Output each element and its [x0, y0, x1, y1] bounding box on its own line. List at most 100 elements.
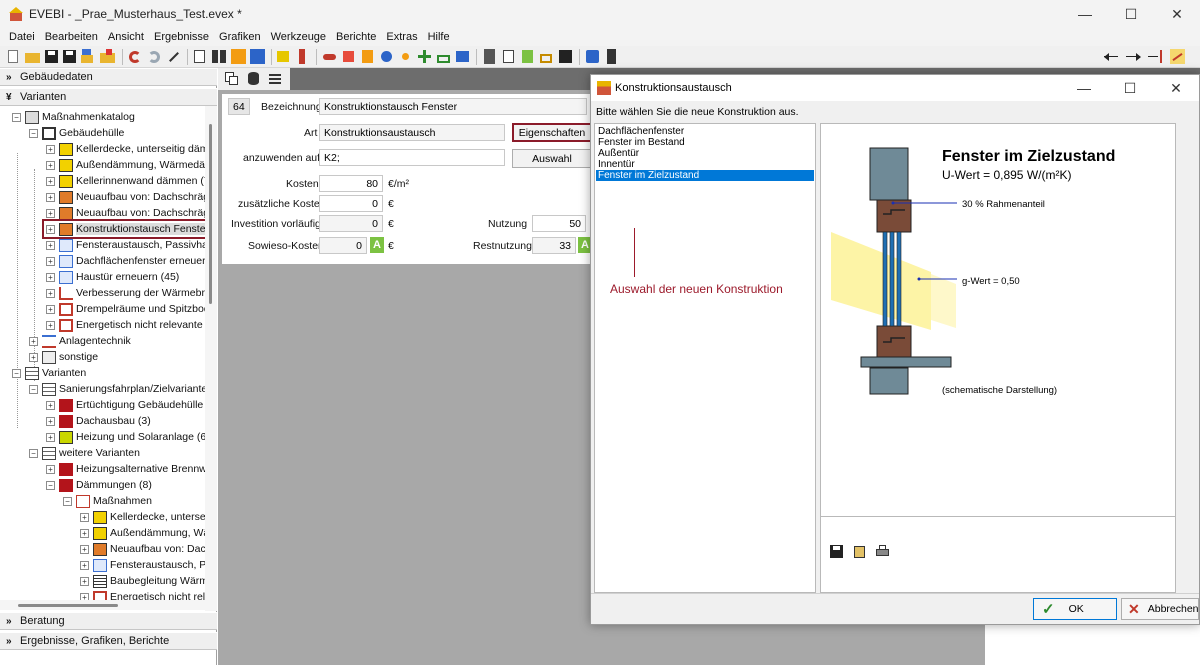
- dialog-minimize-button[interactable]: —: [1061, 75, 1107, 101]
- tree-node-m-fensteraustausch[interactable]: + Fensteraustausch, P: [80, 557, 205, 573]
- acc-gebaeudedaten[interactable]: » Gebäudedaten: [0, 68, 217, 86]
- zus-kosten-field[interactable]: 0: [319, 195, 383, 212]
- map-icon[interactable]: [455, 49, 470, 64]
- tree-node-energetisch-nicht-relevant[interactable]: + Energetisch nicht relevante E: [46, 317, 205, 333]
- energy-pass-icon[interactable]: [520, 49, 535, 64]
- save-icon[interactable]: [829, 544, 844, 559]
- book-icon[interactable]: [558, 49, 573, 64]
- document-icon[interactable]: [192, 49, 207, 64]
- bezeichnung-field[interactable]: Konstruktionstausch Fenster: [319, 98, 587, 115]
- tree-node-varianten[interactable]: − Varianten: [12, 365, 86, 381]
- save-as-icon[interactable]: [62, 49, 77, 64]
- report-icon[interactable]: [501, 49, 516, 64]
- tree-vertical-scrollbar[interactable]: [205, 106, 217, 611]
- folder-upload-icon[interactable]: [100, 49, 115, 64]
- dialog-close-button[interactable]: ✕: [1153, 75, 1199, 101]
- tree-node-neuaufbau-1[interactable]: + Neuaufbau von: Dachschräg: [46, 189, 205, 205]
- menu-datei[interactable]: Datei: [4, 31, 40, 43]
- tree-node-kellerinnenwand[interactable]: + Kellerinnenwand dämmen (7): [46, 173, 205, 189]
- fan-icon[interactable]: [379, 49, 394, 64]
- chart-tool-icon[interactable]: [276, 49, 291, 64]
- tree-node-anlagentechnik[interactable]: + Anlagentechnik: [29, 333, 131, 349]
- calculator-icon[interactable]: [482, 49, 497, 64]
- menu-hilfe[interactable]: Hilfe: [423, 31, 455, 43]
- art-field[interactable]: Konstruktionsaustausch: [319, 124, 505, 141]
- close-button[interactable]: ✕: [1154, 0, 1200, 28]
- paste-icon[interactable]: [852, 544, 867, 559]
- back-arrow-icon[interactable]: [1104, 49, 1119, 64]
- list-item-fenster-bestand[interactable]: Fenster im Bestand: [596, 137, 814, 148]
- tree-node-fensteraustausch[interactable]: + Fensteraustausch, Passivhau: [46, 237, 205, 253]
- redo-icon[interactable]: [147, 49, 162, 64]
- list-item-aussentuer[interactable]: Außentür: [596, 148, 814, 159]
- tree-horizontal-scrollbar[interactable]: [0, 600, 205, 610]
- list-item-fenster-zielzustand[interactable]: Fenster im Zielzustand: [596, 170, 814, 181]
- eigenschaften-button[interactable]: Eigenschaften: [512, 123, 592, 142]
- maximize-button[interactable]: ☐: [1108, 0, 1154, 28]
- heat-source-icon[interactable]: [341, 49, 356, 64]
- nutzung-field[interactable]: 50: [532, 215, 586, 232]
- tree-node-aussendaemmung[interactable]: + Außendämmung, Wärmedäm: [46, 157, 205, 173]
- cancel-button[interactable]: ✕ Abbrechen: [1121, 598, 1199, 620]
- open-folder-icon[interactable]: [25, 49, 40, 64]
- ok-button[interactable]: ✓ OK: [1033, 598, 1117, 620]
- acc-ergebnisse[interactable]: » Ergebnisse, Grafiken, Berichte: [0, 632, 217, 650]
- plus-tool-icon[interactable]: [417, 49, 432, 64]
- compare-icon[interactable]: [212, 49, 227, 64]
- tree-node-daemmungen[interactable]: − Dämmungen (8): [46, 477, 152, 493]
- auswahl-button[interactable]: Auswahl: [512, 149, 592, 168]
- ruler-icon[interactable]: [295, 49, 310, 64]
- sun-icon[interactable]: [398, 49, 413, 64]
- menu-grafiken[interactable]: Grafiken: [214, 31, 266, 43]
- tree-node-gebaeudehuelle[interactable]: − Gebäudehülle: [29, 125, 124, 141]
- menu-werkzeuge[interactable]: Werkzeuge: [266, 31, 331, 43]
- tree-node-dachflaechenfenster[interactable]: + Dachflächenfenster erneuern: [46, 253, 205, 269]
- tree-node-sonstige[interactable]: + sonstige: [29, 349, 98, 365]
- print-icon[interactable]: [875, 544, 890, 559]
- tree-node-m-neuaufbau[interactable]: + Neuaufbau von: Dac: [80, 541, 205, 557]
- minimize-button[interactable]: —: [1062, 0, 1108, 28]
- tree-node-drempelraeume[interactable]: + Drempelräume und Spitzbode: [46, 301, 205, 317]
- tree-node-m-kellerdecke[interactable]: + Kellerdecke, untersei: [80, 509, 205, 525]
- tree-node-waermebruecken[interactable]: + Verbesserung der Wärmebrü: [46, 285, 205, 301]
- copy-icon[interactable]: [224, 71, 239, 86]
- menu-berichte[interactable]: Berichte: [331, 31, 381, 43]
- tree-node-m-aussendaemmung[interactable]: + Außendämmung, Wä: [80, 525, 205, 541]
- acc-varianten[interactable]: ¥ Varianten: [0, 88, 217, 106]
- kosten-field[interactable]: 80: [319, 175, 383, 192]
- tree-node-weitere-varianten[interactable]: − weitere Varianten: [29, 445, 140, 461]
- forward-arrow-icon[interactable]: [1126, 49, 1141, 64]
- tree-node-heizungsalternative[interactable]: + Heizungsalternative Brennwe: [46, 461, 205, 477]
- house-outline-icon[interactable]: [539, 49, 554, 64]
- house-wizard-icon[interactable]: [80, 49, 95, 64]
- tree-node-kellerdecke[interactable]: + Kellerdecke, unterseitig dämm: [46, 141, 205, 157]
- new-file-icon[interactable]: [6, 49, 21, 64]
- list-item-dachflaechenfenster[interactable]: Dachflächenfenster: [596, 126, 814, 137]
- sum-blue-icon[interactable]: [250, 49, 265, 64]
- menu-ansicht[interactable]: Ansicht: [103, 31, 149, 43]
- help-icon[interactable]: [585, 49, 600, 64]
- tree-node-sanierungsfahrplan[interactable]: − Sanierungsfahrplan/Zielvariante: [29, 381, 205, 397]
- tree-node-massnahmenkatalog[interactable]: − Maßnahmenkatalog: [12, 109, 135, 125]
- house-green-icon[interactable]: [436, 49, 451, 64]
- menu-bearbeiten[interactable]: Bearbeiten: [40, 31, 103, 43]
- sum-orange-icon[interactable]: [231, 49, 246, 64]
- menu-ergebnisse[interactable]: Ergebnisse: [149, 31, 214, 43]
- undo-icon[interactable]: [128, 49, 143, 64]
- graph-icon[interactable]: [1170, 49, 1185, 64]
- list-sort-icon[interactable]: [268, 71, 283, 86]
- tree-node-m-baubegleitung[interactable]: + Baubegleitung Wärm: [80, 573, 205, 589]
- menu-extras[interactable]: Extras: [381, 31, 422, 43]
- import-icon[interactable]: [1148, 49, 1163, 64]
- heating-icon[interactable]: [322, 49, 337, 64]
- tree-node-haustuer[interactable]: + Haustür erneuern (45): [46, 269, 179, 285]
- tree-node-dachausbau[interactable]: + Dachausbau (3): [46, 413, 151, 429]
- tree-node-ertuechtigung[interactable]: + Ertüchtigung Gebäudehülle (: [46, 397, 205, 413]
- auto-calc-icon[interactable]: A: [370, 237, 384, 253]
- phone-icon[interactable]: [604, 49, 619, 64]
- dialog-maximize-button[interactable]: ☐: [1107, 75, 1153, 101]
- sowieso-field[interactable]: 0: [319, 237, 367, 254]
- tree-node-massnahmen[interactable]: − Maßnahmen: [63, 493, 152, 509]
- save-icon[interactable]: [44, 49, 59, 64]
- tree-node-heizung-solar[interactable]: + Heizung und Solaranlage (6): [46, 429, 205, 445]
